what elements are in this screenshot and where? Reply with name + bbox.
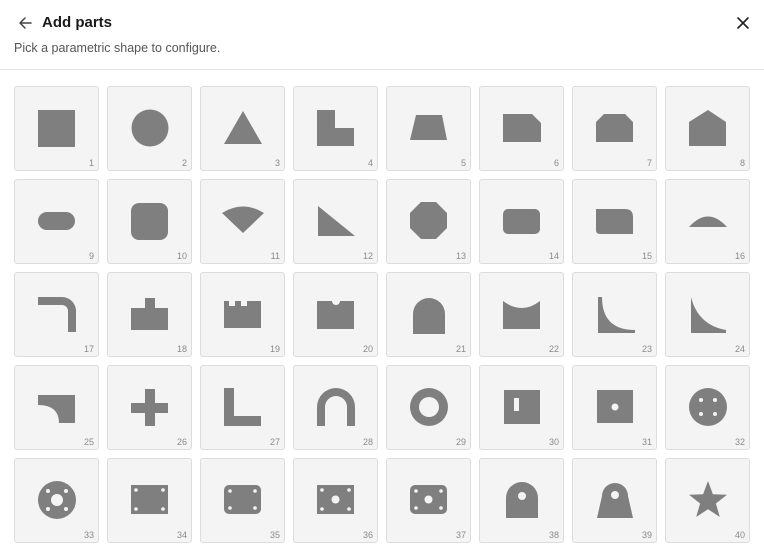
part-tile-27[interactable]: 27 bbox=[200, 365, 285, 450]
circle-icon bbox=[131, 109, 169, 147]
part-tile-18[interactable]: 18 bbox=[107, 272, 192, 357]
part-number: 19 bbox=[269, 344, 280, 354]
parts-grid: 1 2 3 4 5 6 7 8 9 10 11 12 13 14 15 16 17 18 19 20 21 22 23 24 2… bbox=[14, 86, 750, 543]
close-button[interactable] bbox=[732, 12, 754, 34]
part-tile-15[interactable]: 15 bbox=[572, 179, 657, 264]
part-number: 8 bbox=[739, 158, 745, 168]
part-tile-33[interactable]: 33 bbox=[14, 458, 99, 543]
part-number: 22 bbox=[548, 344, 559, 354]
part-tile-36[interactable]: 36 bbox=[293, 458, 378, 543]
part-tile-13[interactable]: 13 bbox=[386, 179, 471, 264]
part-tile-8[interactable]: 8 bbox=[665, 86, 750, 171]
part-tile-28[interactable]: 28 bbox=[293, 365, 378, 450]
part-tile-20[interactable]: 20 bbox=[293, 272, 378, 357]
add-parts-dialog: Add parts Pick a parametric shape to con… bbox=[0, 0, 764, 557]
part-tile-35[interactable]: 35 bbox=[200, 458, 285, 543]
part-tile-1[interactable]: 1 bbox=[14, 86, 99, 171]
part-number: 23 bbox=[641, 344, 652, 354]
part-tile-14[interactable]: 14 bbox=[479, 179, 564, 264]
part-tile-21[interactable]: 21 bbox=[386, 272, 471, 357]
part-tile-10[interactable]: 10 bbox=[107, 179, 192, 264]
part-tile-32[interactable]: 32 bbox=[665, 365, 750, 450]
part-tile-22[interactable]: 22 bbox=[479, 272, 564, 357]
part-tile-11[interactable]: 11 bbox=[200, 179, 285, 264]
part-number: 25 bbox=[83, 437, 94, 447]
part-number: 30 bbox=[548, 437, 559, 447]
part-tile-37[interactable]: 37 bbox=[386, 458, 471, 543]
part-number: 24 bbox=[734, 344, 745, 354]
part-number: 28 bbox=[362, 437, 373, 447]
part-tile-25[interactable]: 25 bbox=[14, 365, 99, 450]
part-number: 9 bbox=[88, 251, 94, 261]
dialog-subtitle: Pick a parametric shape to configure. bbox=[14, 41, 221, 55]
dialog-header: Add parts Pick a parametric shape to con… bbox=[0, 0, 764, 70]
part-tile-19[interactable]: 19 bbox=[200, 272, 285, 357]
part-number: 2 bbox=[181, 158, 187, 168]
part-number: 15 bbox=[641, 251, 652, 261]
part-tile-38[interactable]: 38 bbox=[479, 458, 564, 543]
part-tile-6[interactable]: 6 bbox=[479, 86, 564, 171]
part-tile-3[interactable]: 3 bbox=[200, 86, 285, 171]
part-tile-7[interactable]: 7 bbox=[572, 86, 657, 171]
part-number: 29 bbox=[455, 437, 466, 447]
part-number: 21 bbox=[455, 344, 466, 354]
part-number: 1 bbox=[88, 158, 94, 168]
part-number: 27 bbox=[269, 437, 280, 447]
part-number: 33 bbox=[83, 530, 94, 540]
arrow-left-icon bbox=[19, 17, 32, 29]
part-number: 39 bbox=[641, 530, 652, 540]
part-number: 18 bbox=[176, 344, 187, 354]
part-tile-26[interactable]: 26 bbox=[107, 365, 192, 450]
part-number: 32 bbox=[734, 437, 745, 447]
chamfered-rectangle-icon bbox=[596, 114, 633, 142]
part-number: 13 bbox=[455, 251, 466, 261]
pentagon-house-icon bbox=[689, 110, 726, 146]
close-icon bbox=[737, 17, 749, 29]
part-tile-31[interactable]: 31 bbox=[572, 365, 657, 450]
part-number: 11 bbox=[270, 251, 280, 261]
dialog-title: Add parts bbox=[42, 14, 113, 31]
l-notch-icon bbox=[317, 110, 354, 146]
part-tile-9[interactable]: 9 bbox=[14, 179, 99, 264]
part-number: 5 bbox=[460, 158, 466, 168]
part-tile-29[interactable]: 29 bbox=[386, 365, 471, 450]
part-number: 20 bbox=[362, 344, 373, 354]
square-icon bbox=[38, 110, 75, 147]
triangle-icon bbox=[224, 111, 262, 144]
part-tile-30[interactable]: 30 bbox=[479, 365, 564, 450]
chamfer-corner-icon bbox=[503, 114, 541, 142]
part-number: 10 bbox=[176, 251, 187, 261]
part-tile-5[interactable]: 5 bbox=[386, 86, 471, 171]
part-tile-34[interactable]: 34 bbox=[107, 458, 192, 543]
part-number: 7 bbox=[646, 158, 652, 168]
part-tile-39[interactable]: 39 bbox=[572, 458, 657, 543]
part-number: 14 bbox=[548, 251, 559, 261]
part-number: 12 bbox=[362, 251, 373, 261]
part-tile-12[interactable]: 12 bbox=[293, 179, 378, 264]
part-tile-2[interactable]: 2 bbox=[107, 86, 192, 171]
part-number: 26 bbox=[176, 437, 187, 447]
part-number: 40 bbox=[734, 530, 745, 540]
part-tile-24[interactable]: 24 bbox=[665, 272, 750, 357]
part-number: 35 bbox=[269, 530, 280, 540]
part-tile-40[interactable]: 40 bbox=[665, 458, 750, 543]
part-number: 4 bbox=[367, 158, 373, 168]
part-number: 36 bbox=[362, 530, 373, 540]
part-tile-4[interactable]: 4 bbox=[293, 86, 378, 171]
trapezoid-icon bbox=[410, 115, 447, 140]
part-number: 6 bbox=[553, 158, 559, 168]
part-tile-16[interactable]: 16 bbox=[665, 179, 750, 264]
part-number: 16 bbox=[734, 251, 745, 261]
part-tile-23[interactable]: 23 bbox=[572, 272, 657, 357]
part-number: 17 bbox=[83, 344, 94, 354]
part-number: 3 bbox=[274, 158, 280, 168]
part-number: 37 bbox=[455, 530, 466, 540]
part-tile-17[interactable]: 17 bbox=[14, 272, 99, 357]
back-button[interactable] bbox=[14, 12, 36, 34]
part-number: 38 bbox=[548, 530, 559, 540]
part-number: 31 bbox=[641, 437, 652, 447]
part-number: 34 bbox=[176, 530, 187, 540]
slot-icon bbox=[38, 212, 75, 230]
